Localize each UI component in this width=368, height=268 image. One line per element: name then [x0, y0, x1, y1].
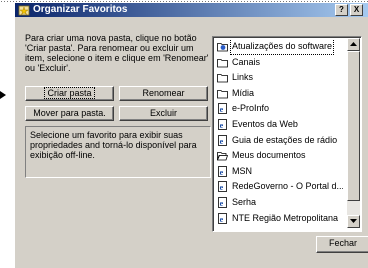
favorites-item-label: Atualizações do software	[229, 39, 335, 55]
create-folder-button[interactable]: Criar pasta	[25, 86, 114, 101]
instructions-text: Para criar uma nova pasta, clique no bot…	[25, 33, 209, 73]
create-folder-label: Criar pasta	[44, 87, 95, 99]
svg-text:e: e	[220, 168, 224, 177]
ie-page-icon: e	[217, 197, 228, 208]
vertical-scrollbar[interactable]	[347, 38, 360, 228]
web-folder-icon	[217, 41, 228, 52]
favorites-item-label: e-ProInfo	[232, 103, 270, 114]
folder-icon	[217, 88, 228, 99]
fechar-label: Fechar	[328, 238, 357, 248]
help-button[interactable]: ?	[335, 4, 348, 16]
arrow-down-icon	[350, 219, 357, 223]
window-title: Organizar Favoritos	[33, 4, 128, 15]
arrow-up-icon	[350, 42, 357, 46]
properties-info-box: Selecione um favorito para exibir suas p…	[25, 126, 211, 178]
svg-text:e: e	[220, 136, 224, 145]
organize-favorites-dialog: Organizar Favoritos ? X Para criar uma n…	[14, 3, 368, 268]
rename-button[interactable]: Renomear	[119, 86, 208, 101]
favorites-list-item[interactable]: Meus documentos	[215, 148, 343, 164]
favorites-item-label: Canais	[232, 56, 261, 67]
favorites-list-item[interactable]: Canais	[215, 55, 343, 71]
favorites-list-item[interactable]: e e-ProInfo	[215, 101, 343, 117]
svg-text:e: e	[220, 121, 224, 130]
fechar-button[interactable]: Fechar	[316, 236, 368, 253]
svg-text:e: e	[220, 214, 224, 223]
favorites-list-item[interactable]: e NTE Região Metropolitana	[215, 211, 343, 227]
move-to-folder-button[interactable]: Mover para pasta.	[25, 106, 114, 121]
favorites-item-label: MSN	[232, 165, 252, 176]
favorites-list-item[interactable]: e MSN	[215, 164, 343, 180]
favorites-list-item[interactable]: Atualizações do software	[215, 39, 343, 55]
ie-page-icon: e	[217, 181, 228, 193]
move-to-folder-label: Mover para pasta.	[33, 108, 106, 118]
scroll-up-button[interactable]	[347, 38, 360, 51]
svg-text:e: e	[220, 183, 224, 192]
folder-icon	[217, 57, 228, 68]
favorites-list-item[interactable]: Links	[215, 70, 343, 86]
info-text: Selecione um favorito para exibir suas p…	[30, 130, 197, 160]
favorites-item-label: Serha	[232, 196, 257, 207]
close-window-button[interactable]: X	[350, 4, 363, 16]
title-bar: Organizar Favoritos ? X	[15, 3, 368, 17]
favorites-item-label: Eventos da Web	[232, 118, 298, 129]
pointer-arrow-icon	[0, 91, 6, 99]
ie-page-icon: e	[217, 212, 228, 224]
favorites-item-label: Meus documentos	[232, 150, 306, 161]
favorites-list-item[interactable]: e Serha	[215, 195, 343, 211]
favorites-item-label: NTE Região Metropolitana	[232, 212, 339, 223]
ie-page-icon: e	[217, 134, 228, 146]
favorites-star-icon	[18, 5, 30, 16]
favorites-item-label: Mídia	[232, 87, 255, 98]
favorites-list-item[interactable]: e Eventos da Web	[215, 117, 343, 133]
favorites-list-item[interactable]: e RedeGoverno - O Portal d...	[215, 179, 343, 195]
favorites-list-item[interactable]: e Guia de estações de rádio	[215, 133, 343, 149]
scroll-thumb[interactable]	[347, 51, 360, 201]
favorites-item-label: Guia de estações de rádio	[232, 134, 338, 145]
favorites-item-label: RedeGoverno - O Portal d...	[232, 181, 343, 192]
folder-icon	[217, 72, 228, 83]
rename-label: Renomear	[142, 88, 185, 98]
favorites-list[interactable]: Atualizações do software Canais Links Mídia…	[212, 36, 362, 232]
ie-page-icon: e	[217, 103, 228, 115]
scroll-down-button[interactable]	[347, 215, 360, 228]
svg-text:e: e	[220, 105, 224, 114]
delete-label: Excluir	[149, 108, 177, 118]
favorites-list-items: Atualizações do software Canais Links Mídia…	[215, 39, 343, 226]
svg-text:e: e	[220, 199, 224, 208]
favorites-item-label: Links	[232, 72, 254, 83]
ie-page-icon: e	[217, 165, 228, 177]
ie-page-icon: e	[217, 119, 228, 130]
delete-button[interactable]: Excluir	[119, 106, 208, 121]
open-folder-icon	[216, 150, 229, 161]
favorites-list-item[interactable]: Mídia	[215, 86, 343, 102]
